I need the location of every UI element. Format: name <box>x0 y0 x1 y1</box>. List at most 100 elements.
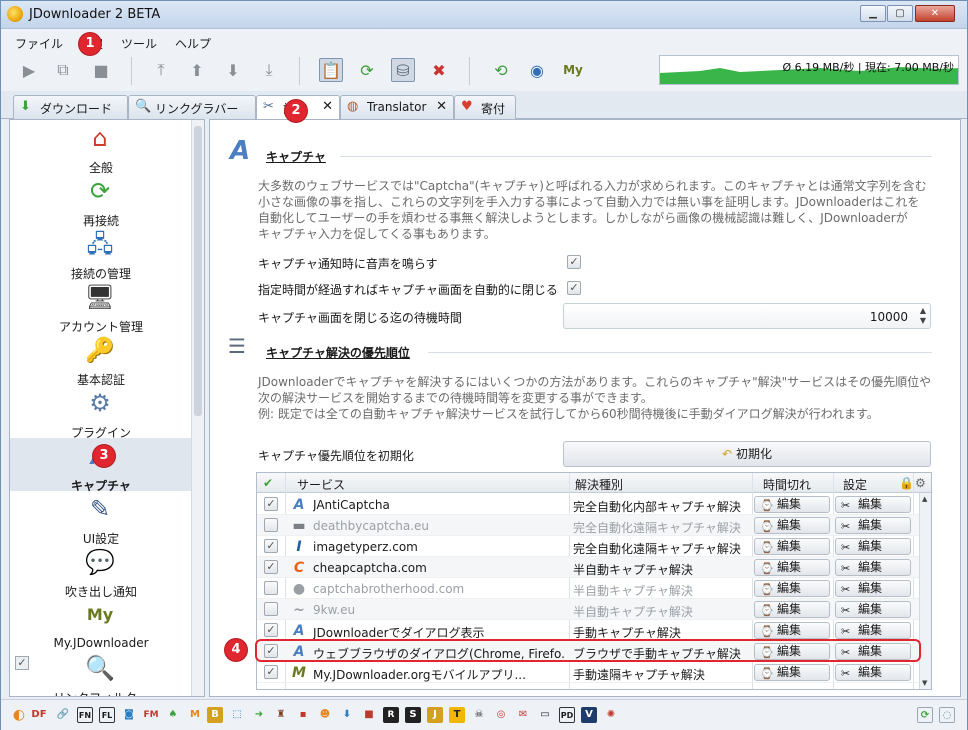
table-row[interactable]: ~9kw.eu 半自動キャプチャ解決 ⌚ 編集 ✂ 編集 <box>257 599 919 620</box>
premium-icon[interactable]: ⛁ <box>391 58 415 82</box>
v-icon[interactable]: V <box>581 707 597 723</box>
timeout-edit-button[interactable]: ⌚ 編集 <box>754 538 830 555</box>
sidebar-item-connection[interactable]: 🖧 接続の管理 <box>10 226 192 281</box>
row-enable-checkbox[interactable]: ✓ <box>264 644 278 658</box>
move-bottom-icon[interactable]: ⤓ <box>257 58 281 82</box>
timeout-edit-button[interactable]: ⌚ 編集 <box>754 580 830 597</box>
tab-translator[interactable]: ◍ Translator ✕ <box>340 95 454 119</box>
hoster-icon[interactable]: ♜ <box>273 707 289 723</box>
settings-edit-button[interactable]: ✂ 編集 <box>835 643 911 660</box>
hoster-icon[interactable]: ▭ <box>537 707 553 723</box>
table-row[interactable]: ▬ deathbycaptcha.eu 完全自動化遠隔キャプチャ解決 ⌚ 編集 ✂ 編集 <box>257 515 919 536</box>
hoster-icon[interactable]: ☻ <box>317 707 333 723</box>
settings-edit-button[interactable]: ✂ 編集 <box>835 496 911 513</box>
table-row[interactable]: ✓ A JAntiCaptcha 完全自動化内部キャプチャ解決 ⌚ 編集 ✂ 編集 <box>257 494 919 515</box>
tab-downloads[interactable]: ⬇ ダウンロード <box>13 95 128 119</box>
autoclose-checkbox[interactable]: ✓ <box>567 281 581 295</box>
s-icon[interactable]: S <box>405 707 421 723</box>
row-enable-checkbox[interactable]: ✓ <box>264 560 278 574</box>
silent-mode-icon[interactable]: ✖ <box>427 58 451 82</box>
hoster-icon[interactable]: ▪ <box>295 707 311 723</box>
header-solve-type[interactable]: 解決種別 <box>575 476 623 493</box>
spinner-arrows-icon[interactable]: ▲ ▼ <box>920 306 926 326</box>
pd-icon[interactable]: PD <box>559 707 575 723</box>
header-settings[interactable]: 設定 <box>843 476 867 493</box>
fl-icon[interactable]: FL <box>99 707 115 723</box>
m-icon[interactable]: M <box>187 707 203 723</box>
minimize-button[interactable]: ▁ <box>860 5 886 22</box>
start-icon[interactable]: ▶ <box>17 58 41 82</box>
menu-tools[interactable]: ツール <box>121 35 157 52</box>
timeout-edit-button[interactable]: ⌚ 編集 <box>754 643 830 660</box>
hoster-icon[interactable]: ◎ <box>493 707 509 723</box>
hoster-icon[interactable]: ☠ <box>471 707 487 723</box>
table-row[interactable]: ✓ A ウェブブラウザのダイアログ(Chrome, Firefo... ブラウザで手動… <box>257 641 919 662</box>
settings-edit-button[interactable]: ✂ 編集 <box>835 601 911 618</box>
close-tab-icon[interactable]: ✕ <box>322 99 333 114</box>
stop-icon[interactable]: ■ <box>89 58 113 82</box>
table-row[interactable]: ✓ Iimagetyperz.com 完全自動化遠隔キャプチャ解決 ⌚ 編集 ✂ 編集 <box>257 536 919 557</box>
sidebar-item-general[interactable]: ⌂ 全般 <box>10 120 192 175</box>
pause-icon[interactable]: ⧉ <box>51 58 75 82</box>
row-enable-checkbox[interactable]: ✓ <box>264 539 278 553</box>
settings-edit-button[interactable]: ✂ 編集 <box>835 538 911 555</box>
update-icon[interactable]: ◉ <box>525 58 549 82</box>
row-enable-checkbox[interactable]: ✓ <box>264 497 278 511</box>
table-scrollbar[interactable]: ▲ ▼ <box>919 493 931 689</box>
sidebar-checkbox[interactable]: ✓ <box>15 656 29 670</box>
r-icon[interactable]: R <box>383 707 399 723</box>
timeout-edit-button[interactable]: ⌚ 編集 <box>754 559 830 576</box>
hoster-icon[interactable]: ✉ <box>515 707 531 723</box>
j-icon[interactable]: J <box>427 707 443 723</box>
menu-file[interactable]: ファイル <box>15 35 63 52</box>
table-row[interactable]: ✓ A JDownloaderでダイアログ表示 手動キャプチャ解決 ⌚ 編集 ✂ 編集 <box>257 620 919 641</box>
sidebar-item-bubble[interactable]: 💬 吹き出し通知 <box>10 544 192 599</box>
sidebar-item-ui[interactable]: ✎ UI設定 <box>10 491 192 546</box>
sidebar-item-accounts[interactable]: 🖥 アカウント管理 <box>10 279 192 334</box>
table-row[interactable]: ● captchabrotherhood.com 半自動キャプチャ解決 ⌚ 編集 ✂ 編集 <box>257 578 919 599</box>
reconnect-toggle-icon[interactable]: ⟳ <box>355 58 379 82</box>
maximize-button[interactable]: ▢ <box>887 5 913 22</box>
settings-edit-button[interactable]: ✂ 編集 <box>835 559 911 576</box>
row-enable-checkbox[interactable] <box>264 581 278 595</box>
tab-donate[interactable]: ♥ 寄付 <box>454 95 516 119</box>
sidebar-item-reconnect[interactable]: ⟳ 再接続 <box>10 173 192 228</box>
table-row[interactable]: ✓ Ccheapcaptcha.com 半自動キャプチャ解決 ⌚ 編集 ✂ 編集 <box>257 557 919 578</box>
sidebar-item-linkfilter[interactable]: 🔍 リンクフィルター <box>10 650 192 696</box>
settings-edit-button[interactable]: ✂ 編集 <box>835 664 911 681</box>
hoster-icon[interactable]: 🔗 <box>55 707 71 723</box>
reconnect-now-icon[interactable]: ⟲ <box>489 58 513 82</box>
header-timeout[interactable]: 時間切れ <box>763 476 811 493</box>
hoster-icon[interactable]: ✺ <box>603 707 619 723</box>
t-icon[interactable]: T <box>449 707 465 723</box>
column-settings-icon[interactable]: ⚙ <box>915 476 926 490</box>
sidebar-scroll-thumb[interactable] <box>194 126 202 416</box>
move-down-icon[interactable]: ⬇ <box>221 58 245 82</box>
reset-priority-button[interactable]: ↶ 初期化 <box>563 441 931 467</box>
close-button[interactable]: ✕ <box>915 5 955 22</box>
wait-time-spinner[interactable]: 10000 ▲ ▼ <box>563 303 931 329</box>
network-status-icon[interactable]: ◌ <box>939 707 955 723</box>
settings-edit-button[interactable]: ✂ 編集 <box>835 580 911 597</box>
row-enable-checkbox[interactable]: ✓ <box>264 623 278 637</box>
move-top-icon[interactable]: ⤒ <box>149 58 173 82</box>
myjdownloader-icon[interactable]: My <box>561 58 585 82</box>
fn-icon[interactable]: FN <box>77 707 93 723</box>
tab-linkgrabber[interactable]: 🔍 リンクグラバー <box>128 95 256 119</box>
sidebar-item-myjd[interactable]: My My.JDownloader <box>10 597 192 650</box>
row-enable-checkbox[interactable] <box>264 602 278 616</box>
close-tab-icon[interactable]: ✕ <box>436 99 447 114</box>
settings-edit-button[interactable]: ✂ 編集 <box>835 622 911 639</box>
hoster-icon[interactable]: ♠ <box>165 707 181 723</box>
hoster-icon[interactable]: ➜ <box>251 707 267 723</box>
menu-help[interactable]: ヘルプ <box>175 35 211 52</box>
table-row[interactable]: ✓ M My.JDownloader.orgモバイルアプリ... 手動遠隔キャプチャ解… <box>257 662 919 683</box>
sidebar-item-plugins[interactable]: ⚙ プラグイン <box>10 385 192 440</box>
timeout-edit-button[interactable]: ⌚ 編集 <box>754 517 830 534</box>
sound-checkbox[interactable]: ✓ <box>567 255 581 269</box>
fm-icon[interactable]: FM <box>143 707 159 723</box>
reconnect-status-icon[interactable]: ⟳ <box>917 707 933 723</box>
timeout-edit-button[interactable]: ⌚ 編集 <box>754 664 830 681</box>
row-enable-checkbox[interactable] <box>264 518 278 532</box>
timeout-edit-button[interactable]: ⌚ 編集 <box>754 622 830 639</box>
